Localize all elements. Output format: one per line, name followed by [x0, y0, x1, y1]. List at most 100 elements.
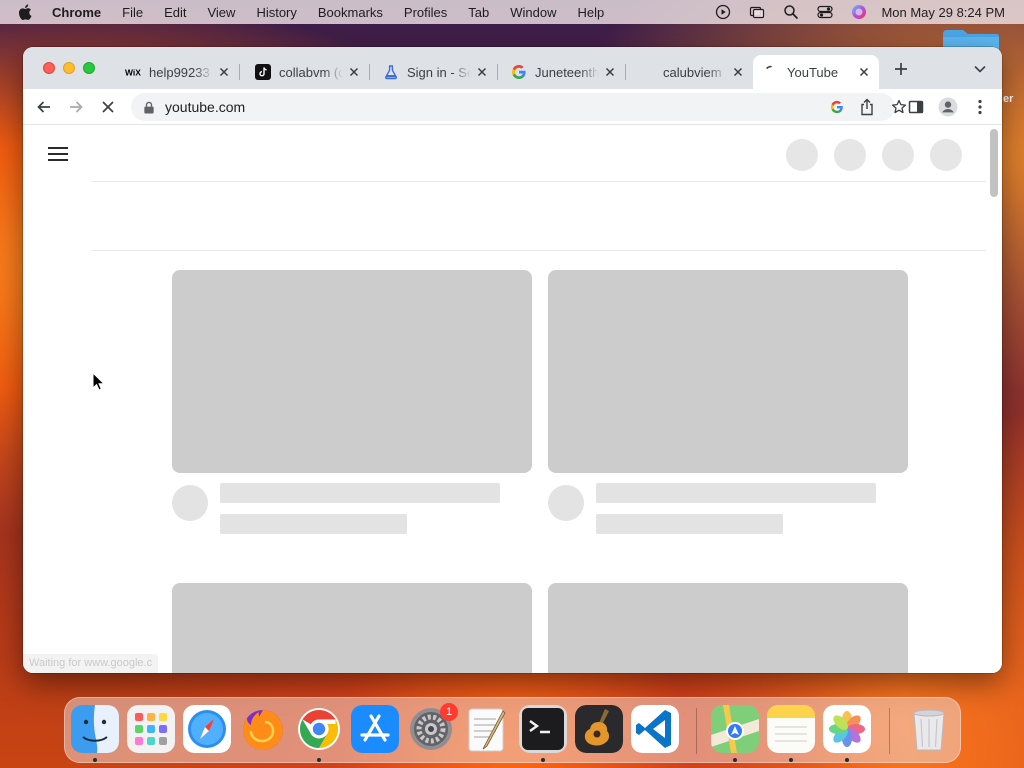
header-placeholder-circle	[882, 139, 914, 171]
running-indicator	[845, 758, 849, 762]
trash-icon[interactable]	[905, 705, 953, 753]
menu-bar: Chrome File Edit View History Bookmarks …	[0, 0, 1024, 24]
video-card-skeleton[interactable]	[548, 583, 908, 673]
menu-profiles[interactable]: Profiles	[404, 5, 447, 20]
vscode-icon[interactable]	[631, 705, 679, 753]
close-tab-icon[interactable]	[603, 65, 617, 79]
menu-edit[interactable]: Edit	[164, 5, 186, 20]
address-bar[interactable]: youtube.com	[131, 93, 907, 121]
apple-logo-icon[interactable]	[18, 4, 32, 20]
mouse-pointer-icon	[92, 372, 105, 391]
menu-tab[interactable]: Tab	[468, 5, 489, 20]
siri-icon[interactable]	[851, 4, 867, 20]
tab-title: help99233	[149, 64, 210, 80]
chrome-icon[interactable]	[295, 705, 343, 753]
terminal-icon[interactable]	[519, 705, 567, 753]
dock-divider	[889, 708, 890, 754]
video-card-skeleton[interactable]	[548, 270, 908, 540]
hamburger-menu-icon[interactable]	[48, 147, 68, 161]
spotlight-search-icon[interactable]	[783, 4, 799, 20]
menu-history[interactable]: History	[256, 5, 296, 20]
close-tab-icon[interactable]	[475, 65, 489, 79]
photos-icon[interactable]	[823, 705, 871, 753]
desktop-item-label[interactable]: er	[1003, 93, 1013, 105]
header-divider	[92, 181, 986, 182]
google-lens-icon[interactable]	[830, 100, 844, 114]
finder-icon[interactable]	[71, 705, 119, 753]
zoom-window-button[interactable]	[83, 62, 95, 74]
share-icon[interactable]	[859, 98, 875, 116]
youtube-page: Waiting for www.google.c	[23, 126, 1002, 673]
notes-icon[interactable]	[767, 705, 815, 753]
tab-separator	[497, 64, 498, 80]
video-card-skeleton[interactable]	[172, 583, 532, 673]
chevron-down-icon[interactable]	[973, 64, 987, 74]
tab-juneteenth[interactable]: Juneteenth	[501, 55, 626, 89]
safari-icon[interactable]	[183, 705, 231, 753]
close-tab-icon[interactable]	[347, 65, 361, 79]
tab-strip: WiX help99233 collabvm (c Sign in - Se J…	[23, 47, 1002, 89]
header-placeholder-circle	[786, 139, 818, 171]
thumbnail-placeholder	[548, 270, 908, 473]
tab-title: collabvm (c	[279, 64, 343, 80]
wix-icon: WiX	[125, 64, 141, 80]
maps-icon[interactable]	[711, 705, 759, 753]
menu-view[interactable]: View	[207, 5, 235, 20]
profile-avatar-icon[interactable]	[938, 97, 958, 117]
new-tab-icon[interactable]	[893, 61, 909, 77]
close-tab-icon[interactable]	[217, 65, 231, 79]
menu-window[interactable]: Window	[510, 5, 556, 20]
tab-youtube[interactable]: YouTube	[753, 55, 879, 89]
page-scrollbar[interactable]	[990, 129, 998, 197]
close-window-button[interactable]	[43, 62, 55, 74]
dock-divider	[696, 708, 697, 754]
running-indicator	[93, 758, 97, 762]
bookmark-star-icon[interactable]	[891, 99, 907, 115]
menu-file[interactable]: File	[122, 5, 143, 20]
thumbnail-placeholder	[172, 583, 532, 673]
tab-separator	[625, 64, 626, 80]
lock-icon[interactable]	[143, 101, 155, 114]
menu-clock[interactable]: Mon May 29 8:24 PM	[881, 5, 1005, 20]
play-circle-icon[interactable]	[715, 4, 731, 20]
forward-arrow-icon[interactable]	[67, 98, 85, 116]
stop-loading-icon[interactable]	[99, 98, 117, 116]
tab-title: calubviem	[663, 64, 722, 80]
video-card-skeleton[interactable]	[172, 270, 532, 540]
menu-bookmarks[interactable]: Bookmarks	[318, 5, 383, 20]
status-bubble: Waiting for www.google.c	[23, 654, 159, 673]
menu-app-name[interactable]: Chrome	[52, 5, 101, 20]
tab-collabvm[interactable]: collabvm (c	[245, 55, 370, 89]
browser-window: WiX help99233 collabvm (c Sign in - Se J…	[23, 47, 1002, 673]
firefox-icon[interactable]	[239, 705, 287, 753]
close-tab-icon[interactable]	[731, 65, 745, 79]
app-store-icon[interactable]	[351, 705, 399, 753]
kebab-menu-icon[interactable]	[971, 98, 989, 116]
minimize-window-button[interactable]	[63, 62, 75, 74]
flask-icon	[383, 64, 399, 80]
dock: 1	[64, 697, 961, 763]
garageband-icon[interactable]	[575, 705, 623, 753]
close-tab-icon[interactable]	[857, 65, 871, 79]
tab-help99233[interactable]: WiX help99233	[115, 55, 240, 89]
control-center-icon[interactable]	[817, 4, 834, 20]
channel-avatar-placeholder	[548, 485, 584, 521]
tab-title: YouTube	[787, 64, 839, 80]
channel-avatar-placeholder	[172, 485, 208, 521]
launchpad-icon[interactable]	[127, 705, 175, 753]
back-arrow-icon[interactable]	[35, 98, 53, 116]
header-placeholder-circle	[834, 139, 866, 171]
title-placeholder	[220, 483, 500, 503]
url-text[interactable]: youtube.com	[165, 99, 245, 115]
textedit-icon[interactable]	[463, 705, 511, 753]
tab-sign-in[interactable]: Sign in - Se	[373, 55, 498, 89]
menu-help[interactable]: Help	[578, 5, 605, 20]
menu-extras: Mon May 29 8:24 PM	[697, 0, 1005, 24]
screen-mirroring-icon[interactable]	[749, 4, 765, 20]
side-panel-icon[interactable]	[907, 98, 925, 116]
loading-spinner-icon	[763, 64, 779, 80]
tiktok-icon	[255, 64, 271, 80]
tab-calubviem[interactable]: calubviem	[629, 55, 753, 89]
tab-title: Juneteenth	[535, 64, 599, 80]
browser-toolbar: youtube.com	[23, 89, 1002, 125]
